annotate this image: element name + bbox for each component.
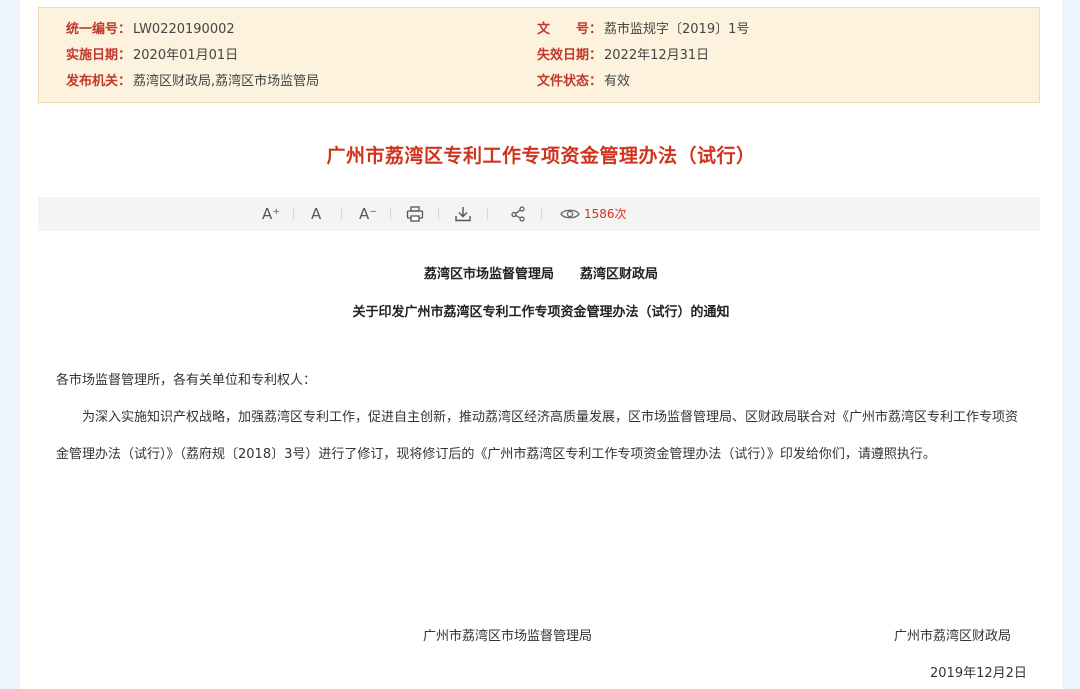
meta-status-label: 文件状态： [537,74,603,89]
body-paragraph: 为深入实施知识产权战略，加强荔湾区专利工作，促进自主创新，推动荔湾区经济高质量发… [56,410,1019,462]
toolbar-divider [341,208,342,220]
meta-doc-number: 文 号： 荔市监规字〔2019〕1号 [537,21,749,39]
notice-body: 各市场监督管理所，各有关单位和专利权人： 为深入实施知识产权战略，加强荔湾区专利… [56,362,1026,473]
toolbar-divider [438,208,439,220]
print-button[interactable] [406,203,424,225]
meta-effective-label: 实施日期： [66,48,132,63]
toolbar-divider [487,208,488,220]
notice-subject: 关于印发广州市荔湾区专利工作专项资金管理办法（试行）的通知 [352,305,730,320]
meta-doc-value: 荔市监规字〔2019〕1号 [604,22,750,37]
meta-effective-date: 实施日期： 2020年01月01日 [66,47,238,65]
share-icon [511,206,525,222]
font-normal-icon: A [311,205,322,223]
meta-issuer-label: 发布机关： [66,74,132,89]
meta-code-value: LW0220190002 [133,22,235,37]
view-count: 1586次 [560,203,627,225]
signature-date: 2019年12月2日 [930,666,1027,681]
meta-expire-label: 失效日期： [537,48,603,63]
meta-issuer-value: 荔湾区财政局,荔湾区市场监管局 [133,74,320,89]
toolbar-divider [293,208,294,220]
print-icon [406,206,424,222]
meta-code-label: 统一编号： [66,22,132,37]
eye-icon [560,209,580,219]
toolbar-divider [541,208,542,220]
meta-status-value: 有效 [604,74,631,89]
font-normal-button[interactable]: A [311,203,321,225]
document-title: 广州市荔湾区专利工作专项资金管理办法（试行） [326,145,756,167]
meta-effective-value: 2020年01月01日 [133,48,239,63]
download-icon [455,207,471,222]
document-page: 统一编号： LW0220190002 文 号： 荔市监规字〔2019〕1号 实施日期… [20,0,1062,689]
signature-right: 广州市荔湾区财政局 [894,629,1012,644]
toolbar-divider [390,208,391,220]
meta-code: 统一编号： LW0220190002 [66,21,235,39]
font-decrease-icon: A⁻ [359,205,378,223]
view-count-text: 1586次 [584,207,627,221]
share-button[interactable] [510,203,526,225]
salutation: 各市场监督管理所，各有关单位和专利权人： [56,373,317,388]
document-meta-panel: 统一编号： LW0220190002 文 号： 荔市监规字〔2019〕1号 实施日期… [38,7,1040,103]
download-button[interactable] [454,203,472,225]
meta-expire-value: 2022年12月31日 [604,48,710,63]
signature-left: 广州市荔湾区市场监督管理局 [423,629,593,644]
meta-doc-label: 文 号： [537,22,603,37]
meta-expire-date: 失效日期： 2022年12月31日 [537,47,709,65]
notice-issuers: 荔湾区市场监督管理局 荔湾区财政局 [423,267,658,282]
meta-status: 文件状态： 有效 [537,73,630,91]
font-increase-icon: A⁺ [262,205,281,223]
font-increase-button[interactable]: A⁺ [262,203,280,225]
meta-issuer: 发布机关： 荔湾区财政局,荔湾区市场监管局 [66,73,319,91]
article-toolbar: A⁺ A A⁻ 1586次 [38,197,1040,231]
font-decrease-button[interactable]: A⁻ [359,203,377,225]
